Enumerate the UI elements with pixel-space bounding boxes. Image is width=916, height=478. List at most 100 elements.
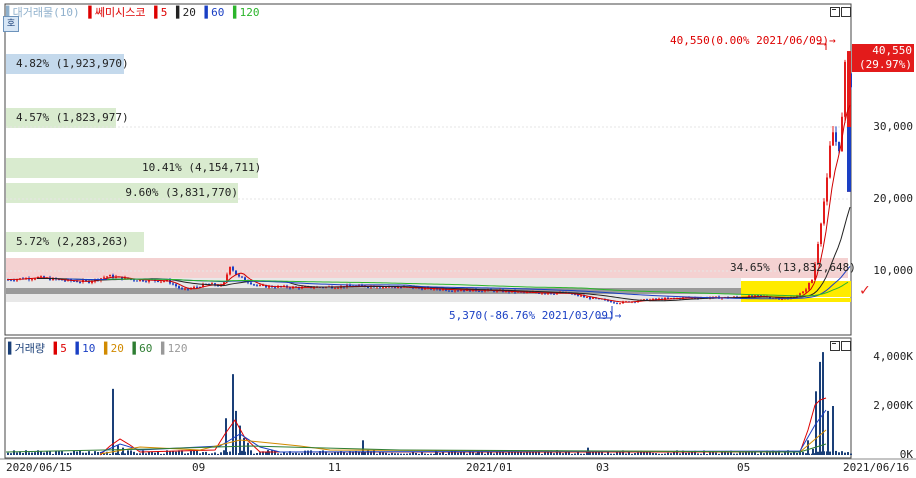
- volume-bar: [16, 452, 18, 455]
- volume-bar: [97, 452, 99, 455]
- volume-bar: [298, 453, 300, 455]
- candle-body: [79, 281, 81, 283]
- volume-bar: [391, 452, 393, 455]
- candle-body: [541, 293, 543, 295]
- candle-body: [844, 61, 846, 117]
- volume-bar: [277, 453, 279, 455]
- volume-bar: [406, 453, 408, 455]
- date-tick-label: 05: [737, 461, 751, 474]
- volume-bar: [412, 452, 414, 455]
- volume-bar: [331, 452, 333, 455]
- volume-bar: [343, 452, 345, 455]
- volume-bar: [715, 452, 717, 455]
- volume-bar: [819, 361, 821, 455]
- volume-bar: [739, 452, 741, 455]
- candle-body: [460, 290, 462, 292]
- candle-body: [157, 280, 159, 282]
- candle-body: [172, 283, 174, 285]
- volume-bar: [661, 453, 663, 455]
- ma20-legend: ▌20: [175, 6, 196, 19]
- volume-bars: [7, 352, 852, 455]
- candle-body: [586, 296, 588, 298]
- candle-body: [136, 280, 138, 282]
- volume-tick-label: 4,000K: [873, 350, 913, 363]
- volume-bar: [247, 442, 249, 455]
- settings-icon[interactable]: 호: [3, 16, 19, 32]
- volume-bar: [127, 450, 129, 455]
- candle-body: [382, 286, 384, 288]
- volume-bar: [163, 453, 165, 455]
- volume-bar: [475, 453, 477, 455]
- candle-body: [802, 291, 804, 294]
- candle-body: [847, 127, 851, 192]
- volume-bar: [838, 452, 840, 455]
- volume-bar: [46, 451, 48, 455]
- price-panel-close-button[interactable]: [841, 7, 851, 17]
- volume-bar: [13, 450, 15, 455]
- volume-moving-averages: [5, 397, 827, 456]
- volume-bar: [424, 453, 426, 455]
- price-panel-minimize-button[interactable]: [830, 7, 840, 17]
- volume-bar: [362, 440, 364, 455]
- candle-body: [613, 302, 615, 304]
- volume-bar: [613, 453, 615, 455]
- candle-body: [187, 288, 189, 290]
- candle-body: [109, 275, 111, 277]
- volume-bar: [832, 406, 834, 455]
- volume-panel-minimize-button[interactable]: [830, 341, 840, 351]
- volume-bar: [109, 453, 111, 455]
- volume-bar: [184, 453, 186, 455]
- price-legend: ▌대거래물(10) ▌쎄미시스코 ▌5 ▌20 ▌60 ▌120: [6, 6, 261, 19]
- candle-body: [232, 266, 234, 271]
- volume-bar: [445, 453, 447, 455]
- volume-bar: [418, 453, 420, 455]
- volume-bar: [130, 450, 132, 455]
- volume-bar: [76, 451, 78, 455]
- volume-bar: [385, 452, 387, 455]
- date-tick-label: 03: [596, 461, 610, 474]
- volume-bar: [124, 453, 126, 455]
- volume-bar: [757, 453, 759, 455]
- volume-profile-bar: [6, 294, 741, 302]
- candle-body: [229, 266, 231, 275]
- candle-body: [334, 288, 336, 290]
- volume-bar: [43, 452, 45, 455]
- candle-body: [781, 299, 783, 301]
- candle-body: [544, 293, 546, 295]
- date-tick-label: 09: [192, 461, 206, 474]
- volume-bar: [685, 452, 687, 455]
- volume-bar: [346, 453, 348, 455]
- volume-bar: [727, 452, 729, 455]
- volume-bar: [241, 450, 243, 455]
- volume-bar: [34, 452, 36, 455]
- candle-body: [580, 295, 582, 297]
- volume-bar: [25, 450, 27, 455]
- volume-bar: [817, 451, 819, 455]
- volume-bar: [781, 453, 783, 455]
- volume-profile-bar: [6, 258, 848, 278]
- current-price-box: 40,550 (29.97%): [852, 44, 914, 72]
- volume-bar: [523, 452, 525, 455]
- volume-bar: [652, 452, 654, 455]
- high-annotation: 40,550(0.00% 2021/06/09)→: [670, 34, 836, 47]
- candle-body: [241, 276, 243, 278]
- volume-bar: [574, 453, 576, 455]
- candle-body: [379, 287, 381, 289]
- candle-body: [103, 277, 105, 279]
- candle-body: [256, 284, 258, 286]
- volume-profile-label: 9.60% (3,831,770): [125, 186, 238, 199]
- volume-bar: [835, 450, 837, 455]
- price-tick-label: 20,000: [873, 192, 913, 205]
- volume-bar: [427, 454, 429, 455]
- volume-bar: [220, 452, 222, 455]
- candle-body: [337, 287, 339, 289]
- candle-body: [457, 290, 459, 292]
- volume-bar: [388, 453, 390, 455]
- candle-body: [808, 283, 810, 290]
- candle-body: [181, 288, 183, 290]
- volume-bar: [394, 453, 396, 455]
- volume-bar: [415, 452, 417, 455]
- volume-bar: [829, 451, 831, 455]
- volume-title: ▌거래량: [8, 342, 45, 355]
- volume-legend: ▌거래량 ▌5 ▌10 ▌20 ▌60 ▌120: [8, 342, 189, 355]
